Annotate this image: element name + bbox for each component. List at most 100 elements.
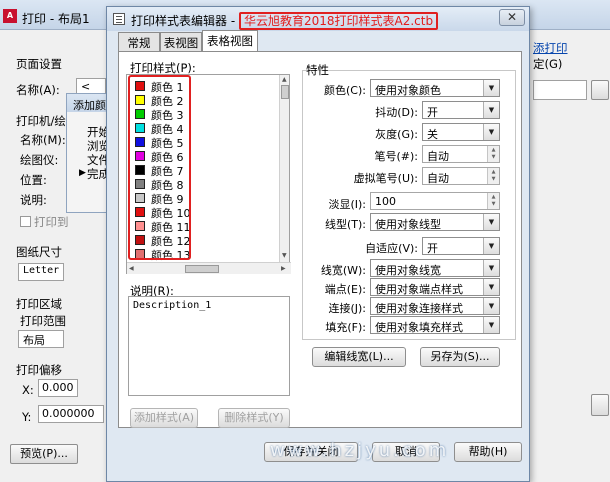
print-to-file-checkbox[interactable] bbox=[20, 216, 31, 227]
plotter-label: 绘图仪: bbox=[20, 153, 59, 167]
location-label: 位置: bbox=[20, 173, 47, 187]
description-textarea[interactable]: Description_1 bbox=[128, 296, 290, 396]
lineweight-select[interactable]: 使用对象线宽 ▼ bbox=[370, 259, 500, 277]
color-select[interactable]: 使用对象颜色 ▼ bbox=[370, 79, 500, 97]
plot-styles-list[interactable]: 颜色 1 颜色 2 颜色 3 颜色 4 颜色 5 颜色 6 颜色 7 颜色 8 颜色 9 颜色 1… bbox=[126, 74, 291, 274]
editor-title: 打印样式表编辑器 - 华云旭教育2018打印样式表A2.ctb bbox=[131, 12, 439, 30]
spinner-arrows-icon[interactable]: ▲ ▼ bbox=[487, 146, 499, 162]
chevron-down-icon: ▼ bbox=[483, 124, 499, 140]
grayscale-select[interactable]: 关 ▼ bbox=[422, 123, 500, 141]
preview-button[interactable]: 预览(P)... bbox=[10, 444, 78, 464]
chevron-down-icon: ▼ bbox=[483, 102, 499, 118]
color-select-value: 使用对象颜色 bbox=[375, 84, 441, 97]
grayscale-select-value: 关 bbox=[427, 128, 438, 141]
plot-style-item[interactable]: 颜色 8 bbox=[131, 177, 205, 192]
endstyle-select[interactable]: 使用对象端点样式 ▼ bbox=[370, 278, 500, 296]
scroll-up-arrow-icon[interactable]: ▲ bbox=[282, 76, 287, 83]
plot-style-item[interactable]: 颜色 11 bbox=[131, 219, 205, 234]
plot-range-select[interactable]: 布局 bbox=[18, 330, 64, 348]
pen-number-spinner[interactable]: 自动 ▲ ▼ bbox=[422, 145, 500, 163]
printer-section-label: 打印机/绘 bbox=[16, 114, 66, 128]
printer-name-label: 名称(M): bbox=[20, 133, 66, 147]
close-button[interactable]: ✕ bbox=[499, 9, 525, 26]
plot-style-item[interactable]: 颜色 7 bbox=[131, 163, 205, 178]
color-swatch-icon bbox=[135, 165, 145, 175]
linetype-label: 线型(T): bbox=[324, 218, 366, 231]
editor-title-prefix: 打印样式表编辑器 - bbox=[131, 14, 239, 28]
pen-number-label: 笔号(#): bbox=[374, 150, 418, 163]
dither-select[interactable]: 开 ▼ bbox=[422, 101, 500, 119]
watermark: www.hzjyu.com bbox=[270, 440, 450, 461]
spinner-arrows-icon[interactable]: ▲ ▼ bbox=[487, 193, 499, 209]
right-select[interactable] bbox=[533, 80, 587, 100]
chevron-down-icon: ▼ bbox=[483, 80, 499, 96]
linetype-select-value: 使用对象线型 bbox=[375, 218, 441, 231]
autocad-logo-icon: A bbox=[3, 9, 17, 23]
plot-dialog-title: 打印 - 布局1 bbox=[22, 12, 90, 26]
add-style-button[interactable]: 添加样式(A) bbox=[130, 408, 198, 428]
chevron-down-icon: ▼ bbox=[483, 298, 499, 314]
properties-side-button[interactable] bbox=[591, 80, 609, 100]
plot-styles-horizontal-scrollbar[interactable]: ◀ ▶ bbox=[127, 262, 291, 274]
scroll-right-arrow-icon[interactable]: ▶ bbox=[281, 265, 286, 272]
tab-general[interactable]: 常规 bbox=[118, 32, 160, 51]
plot-style-item[interactable]: 颜色 13 bbox=[131, 247, 205, 262]
plot-style-item[interactable]: 颜色 10 bbox=[131, 205, 205, 220]
description-label: 说明: bbox=[20, 193, 47, 207]
spinner-arrows-icon[interactable]: ▲ ▼ bbox=[487, 168, 499, 184]
screening-spinner[interactable]: 100 ▲ ▼ bbox=[370, 192, 500, 210]
color-swatch-icon bbox=[135, 109, 145, 119]
joinstyle-select-value: 使用对象连接样式 bbox=[375, 302, 463, 315]
tab-table-view[interactable]: 表视图 bbox=[160, 32, 202, 51]
plot-style-item[interactable]: 颜色 3 bbox=[131, 107, 205, 122]
virtual-pen-spinner[interactable]: 自动 ▲ ▼ bbox=[422, 167, 500, 185]
color-swatch-icon bbox=[135, 137, 145, 147]
plot-styles-vertical-scrollbar[interactable]: ▲ ▼ bbox=[279, 75, 289, 262]
offset-y-label: Y: bbox=[22, 410, 32, 424]
plot-style-item[interactable]: 颜色 5 bbox=[131, 135, 205, 150]
grayscale-label: 灰度(G): bbox=[375, 128, 418, 141]
add-plotter-link[interactable]: 添打印 bbox=[533, 40, 568, 56]
offset-y-input[interactable]: 0.000000 bbox=[38, 405, 104, 423]
endstyle-label: 端点(E): bbox=[324, 283, 366, 296]
endstyle-select-value: 使用对象端点样式 bbox=[375, 283, 463, 296]
adaptive-select[interactable]: 开 ▼ bbox=[422, 237, 500, 255]
plot-style-name: 颜色 13 bbox=[151, 249, 191, 262]
adaptive-select-value: 开 bbox=[427, 242, 438, 255]
edit-lineweights-button[interactable]: 编辑线宽(L)... bbox=[312, 347, 406, 367]
virtual-pen-value: 自动 bbox=[427, 172, 449, 185]
plot-styles-hscroll-thumb[interactable] bbox=[185, 265, 219, 273]
offset-x-input[interactable]: 0.000 bbox=[38, 379, 78, 397]
color-swatch-icon bbox=[135, 95, 145, 105]
delete-style-button[interactable]: 删除样式(Y) bbox=[218, 408, 290, 428]
plot-range-label: 打印范围 bbox=[20, 314, 66, 328]
screening-label: 淡显(I): bbox=[328, 198, 366, 211]
color-swatch-icon bbox=[135, 179, 145, 189]
plot-style-item[interactable]: 颜色 4 bbox=[131, 121, 205, 136]
plot-style-item[interactable]: 颜色 6 bbox=[131, 149, 205, 164]
plot-style-item[interactable]: 颜色 2 bbox=[131, 93, 205, 108]
fillstyle-select[interactable]: 使用对象填充样式 ▼ bbox=[370, 316, 500, 334]
side-button-a[interactable] bbox=[591, 394, 609, 416]
chevron-down-icon: ▼ bbox=[483, 214, 499, 230]
joinstyle-select[interactable]: 使用对象连接样式 ▼ bbox=[370, 297, 500, 315]
screening-value: 100 bbox=[375, 195, 396, 208]
editor-titlebar[interactable]: 打印样式表编辑器 - 华云旭教育2018打印样式表A2.ctb ✕ bbox=[107, 7, 529, 31]
plot-style-item[interactable]: 颜色 1 bbox=[131, 79, 205, 94]
scroll-left-arrow-icon[interactable]: ◀ bbox=[129, 265, 134, 272]
paper-size-select[interactable]: Letter bbox=[18, 263, 64, 281]
color-swatch-icon bbox=[135, 221, 145, 231]
chevron-down-icon: ▼ bbox=[483, 279, 499, 295]
chevron-down-icon: ▼ bbox=[483, 317, 499, 333]
scroll-down-arrow-icon[interactable]: ▼ bbox=[282, 252, 287, 259]
plot-styles-vscroll-thumb[interactable] bbox=[281, 85, 289, 99]
color-swatch-icon bbox=[135, 235, 145, 245]
plot-style-item[interactable]: 颜色 9 bbox=[131, 191, 205, 206]
linetype-select[interactable]: 使用对象线型 ▼ bbox=[370, 213, 500, 231]
plot-style-item[interactable]: 颜色 12 bbox=[131, 233, 205, 248]
virtual-pen-label: 虚拟笔号(U): bbox=[353, 172, 418, 185]
tab-form-view[interactable]: 表格视图 bbox=[202, 30, 258, 51]
save-as-button[interactable]: 另存为(S)... bbox=[420, 347, 500, 367]
color-label: 颜色(C): bbox=[324, 84, 366, 97]
editor-window-icon bbox=[113, 13, 125, 25]
